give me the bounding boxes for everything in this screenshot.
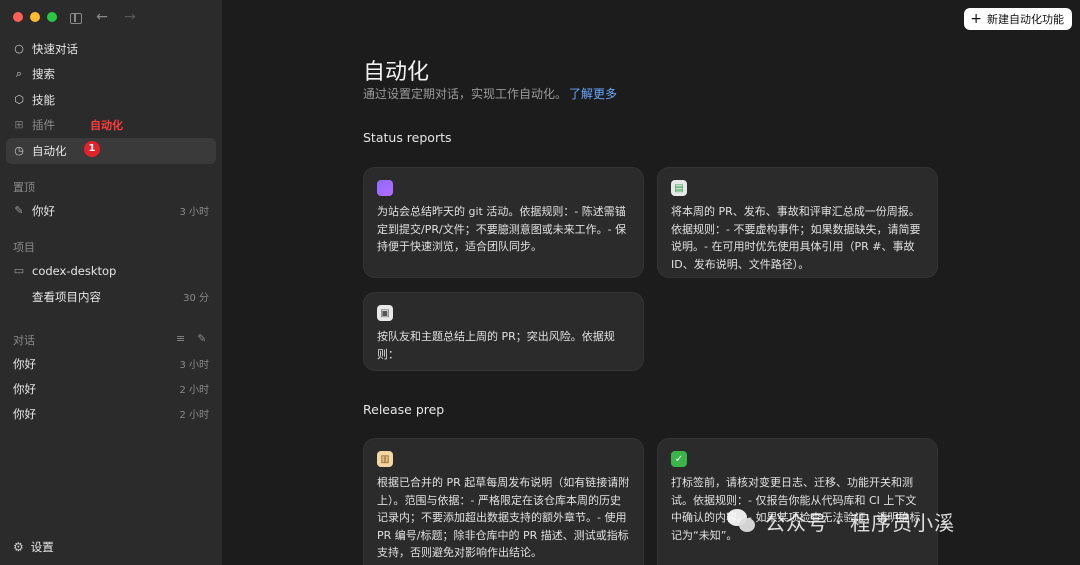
nav-item-search[interactable]: ⌕ 搜索	[6, 62, 216, 88]
nav-item-quick-chat[interactable]: ○ 快速对话	[6, 36, 216, 62]
new-automation-label: 新建自动化功能	[987, 13, 1064, 26]
id-card-icon: ▣	[377, 305, 393, 321]
automation-card[interactable]: ▤ 将本周的 PR、发布、事故和评审汇总成一份周报。依据规则：- 不要虚构事件；…	[657, 167, 938, 278]
watermark-text: 公众号 · 程序员小溪	[765, 511, 956, 535]
wechat-icon	[727, 508, 757, 535]
automation-card[interactable]: ▥ 根据已合并的 PR 起草每周发布说明（如有链接请附上）。范围与依据：- 严格…	[363, 438, 644, 565]
nav-item-label: 自动化	[32, 143, 67, 158]
pinned-item-label: 你好	[32, 203, 55, 218]
automation-card[interactable]: ✓ 打标签前，请核对变更日志、迁移、功能开关和测试。依据规则：- 仅报告你能从代…	[657, 438, 938, 565]
search-icon: ⌕	[15, 67, 23, 81]
app-window: ← → ○ 快速对话 ⌕ 搜索 ⬡ 技能 ⊞ 插件 ◷ 自动化 自动化 1 置顶…	[0, 0, 1080, 565]
check-circle-icon: ✓	[671, 451, 687, 467]
zoom-window-button[interactable]	[47, 12, 57, 22]
section-title-status-reports: Status reports	[363, 130, 452, 145]
conversation-item[interactable]: 你好 3 小时	[6, 351, 216, 376]
annotation-badge: 1	[84, 141, 100, 157]
nav-item-label: 技能	[32, 92, 55, 107]
clock-icon: ◷	[14, 143, 24, 157]
new-automation-button[interactable]: + 新建自动化功能	[964, 8, 1072, 30]
gear-icon: ⚙	[13, 540, 24, 554]
nav-item-label: 搜索	[32, 67, 55, 82]
annotation-label: 自动化	[86, 116, 127, 134]
document-icon: ▤	[671, 180, 687, 196]
watermark: 公众号 · 程序员小溪	[727, 507, 955, 536]
card-text: 按队友和主题总结上周的 PR；突出风险。依据规则：	[377, 330, 615, 361]
back-arrow-icon[interactable]: ←	[94, 9, 110, 25]
projects-header: 项目	[13, 241, 35, 254]
chat-bubble-icon: ○	[14, 41, 24, 55]
conversation-item[interactable]: 你好 2 小时	[6, 376, 216, 401]
conversation-label: 你好	[13, 381, 36, 396]
nav-item-label: 插件	[32, 118, 55, 133]
forward-arrow-icon[interactable]: →	[122, 9, 138, 25]
purple-blob-icon	[377, 180, 393, 196]
book-icon: ▥	[377, 451, 393, 467]
project-item[interactable]: ▭ codex-desktop	[6, 258, 216, 283]
project-sub-time: 30 分	[183, 293, 209, 304]
card-text: 为站会总结昨天的 git 活动。依据规则：- 陈述需锚定到提交/PR/文件；不要…	[377, 205, 627, 253]
conversation-time: 3 小时	[179, 360, 209, 371]
learn-more-link[interactable]: 了解更多	[569, 87, 617, 101]
toggle-sidebar-icon[interactable]	[70, 12, 82, 24]
settings-button[interactable]: ⚙ 设置	[13, 539, 54, 555]
conversation-time: 2 小时	[179, 385, 209, 396]
pinned-item-time: 3 小时	[179, 207, 209, 218]
sidebar: ← → ○ 快速对话 ⌕ 搜索 ⬡ 技能 ⊞ 插件 ◷ 自动化 自动化 1 置顶…	[0, 0, 222, 565]
folder-icon: ▭	[13, 263, 25, 277]
conversation-time: 2 小时	[179, 410, 209, 421]
close-window-button[interactable]	[13, 12, 23, 22]
conversation-tools: ≡ ✎	[176, 332, 206, 345]
conversations-header: 对话	[13, 334, 35, 347]
filter-icon[interactable]: ≡	[176, 332, 185, 345]
subtitle-text: 通过设置定期对话，实现工作自动化。	[363, 87, 568, 101]
sidebar-nav: ○ 快速对话 ⌕ 搜索 ⬡ 技能 ⊞ 插件 ◷ 自动化	[6, 36, 216, 164]
section-title-release-prep: Release prep	[363, 402, 445, 417]
card-text: 根据已合并的 PR 起草每周发布说明（如有链接请附上）。范围与依据：- 严格限定…	[377, 476, 630, 559]
conversation-item[interactable]: 你好 2 小时	[6, 401, 216, 426]
new-chat-icon[interactable]: ✎	[197, 332, 206, 345]
project-sub-label: 查看项目内容	[32, 289, 101, 304]
cube-icon: ⬡	[14, 92, 24, 106]
project-label: codex-desktop	[32, 263, 117, 278]
pin-icon: ✎	[14, 203, 24, 217]
plus-icon: +	[970, 11, 982, 27]
automation-card[interactable]: 为站会总结昨天的 git 活动。依据规则：- 陈述需锚定到提交/PR/文件；不要…	[363, 167, 644, 278]
conversation-label: 你好	[13, 406, 36, 421]
automation-card[interactable]: ▣ 按队友和主题总结上周的 PR；突出风险。依据规则：	[363, 292, 644, 371]
page-title: 自动化	[363, 60, 430, 85]
conversation-label: 你好	[13, 356, 36, 371]
pinned-item[interactable]: ✎ 你好 3 小时	[6, 198, 216, 223]
nav-item-label: 快速对话	[32, 41, 78, 56]
project-sub-item[interactable]: 查看项目内容 30 分	[6, 284, 216, 309]
pinned-header: 置顶	[13, 181, 35, 194]
settings-label: 设置	[30, 540, 54, 554]
card-text: 将本周的 PR、发布、事故和评审汇总成一份周报。依据规则：- 不要虚构事件；如果…	[671, 205, 921, 271]
main-content: + 新建自动化功能 自动化 通过设置定期对话，实现工作自动化。 了解更多 Stat…	[222, 0, 1080, 565]
nav-item-automation[interactable]: ◷ 自动化	[6, 138, 216, 164]
minimize-window-button[interactable]	[30, 12, 40, 22]
grid-icon: ⊞	[14, 118, 24, 132]
window-controls	[13, 12, 57, 22]
page-subtitle: 通过设置定期对话，实现工作自动化。 了解更多	[363, 85, 617, 102]
sidebar-toolbar: ← →	[70, 9, 138, 25]
nav-item-skills[interactable]: ⬡ 技能	[6, 87, 216, 113]
